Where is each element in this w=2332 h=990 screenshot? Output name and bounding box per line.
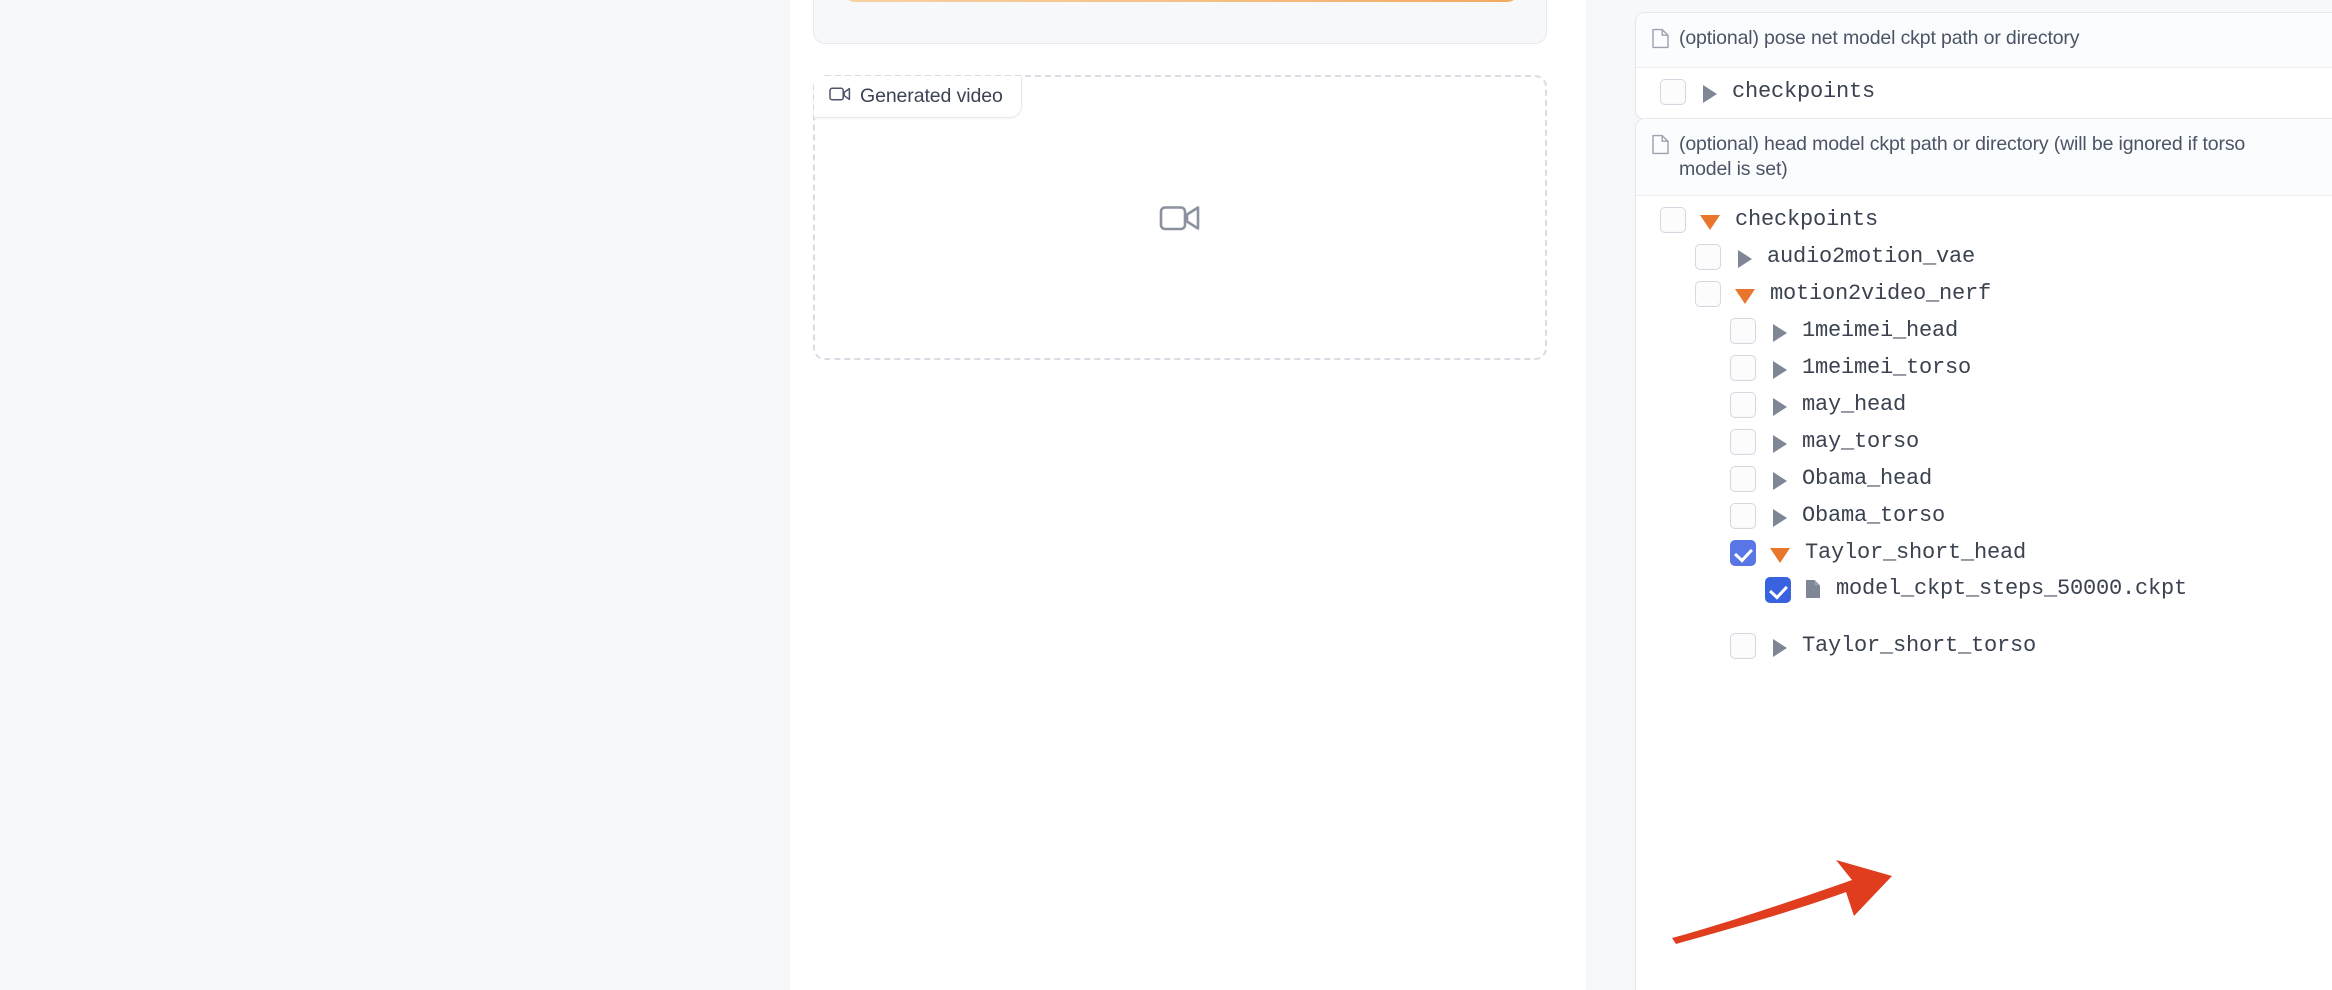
chevron-right-icon[interactable]: [1773, 360, 1787, 379]
video-camera-placeholder-icon: [815, 77, 1545, 358]
node-checkbox[interactable]: [1730, 354, 1756, 381]
node-checkbox[interactable]: [1660, 206, 1686, 233]
node-checkbox[interactable]: [1660, 79, 1686, 105]
pose-net-tree: checkpoints: [1636, 68, 2332, 119]
node-checkbox-checked[interactable]: [1765, 576, 1791, 603]
head-model-tree: checkpoints audio2motion_vae motion2vide…: [1636, 196, 2332, 673]
chevron-down-icon[interactable]: [1735, 288, 1755, 304]
pose-net-panel: (optional) pose net model ckpt path or d…: [1635, 12, 2332, 120]
node-checkbox[interactable]: [1730, 317, 1756, 344]
node-checkbox[interactable]: [1730, 632, 1756, 659]
chevron-right-icon[interactable]: [1703, 85, 1717, 103]
tree-row[interactable]: Obama_torso: [1636, 498, 2332, 535]
chevron-right-icon[interactable]: [1773, 508, 1787, 527]
file-icon: [1652, 28, 1669, 54]
node-checkbox[interactable]: [1730, 391, 1756, 418]
chevron-down-icon[interactable]: [1770, 547, 1790, 563]
generated-video-dropzone[interactable]: Generated video: [813, 75, 1547, 360]
node-checkbox[interactable]: [1695, 280, 1721, 307]
node-checkbox[interactable]: [1730, 428, 1756, 455]
node-label: Obama_head: [1802, 465, 1933, 491]
node-checkbox[interactable]: [1730, 502, 1756, 529]
tree-row[interactable]: may_torso: [1636, 424, 2332, 461]
tree-row[interactable]: motion2video_nerf: [1636, 276, 2332, 313]
head-model-panel-header: (optional) head model ckpt path or direc…: [1636, 119, 2332, 196]
node-label: checkpoints: [1732, 79, 1876, 104]
chevron-right-icon[interactable]: [1738, 249, 1752, 268]
pose-net-panel-header-text: (optional) pose net model ckpt path or d…: [1679, 27, 2080, 49]
node-label: Obama_torso: [1802, 502, 1946, 528]
node-label: audio2motion_vae: [1767, 243, 1976, 269]
tree-row[interactable]: checkpoints: [1636, 202, 2332, 239]
node-label: Taylor_short_torso: [1802, 632, 2037, 658]
node-checkbox-checked[interactable]: [1730, 539, 1756, 566]
left-background-pane: [0, 0, 790, 990]
tree-row-file-selected[interactable]: model_ckpt_steps_50000.ckpt: [1636, 572, 2332, 628]
orange-gradient-button[interactable]: [843, 0, 1519, 2]
pose-net-panel-header: (optional) pose net model ckpt path or d…: [1636, 13, 2332, 68]
node-label: 1meimei_head: [1802, 317, 1959, 343]
center-pane: Generated video: [790, 0, 1586, 990]
chevron-right-icon[interactable]: [1773, 434, 1787, 453]
node-checkbox[interactable]: [1730, 465, 1756, 492]
head-model-panel-header-text: (optional) head model ckpt path or direc…: [1679, 133, 2246, 180]
chevron-right-icon[interactable]: [1773, 323, 1787, 342]
chevron-right-icon[interactable]: [1773, 471, 1787, 490]
tree-row[interactable]: 1meimei_head: [1636, 313, 2332, 350]
node-label: checkpoints: [1735, 206, 1879, 232]
node-checkbox[interactable]: [1695, 243, 1721, 270]
tree-row[interactable]: may_head: [1636, 387, 2332, 424]
node-label: may_head: [1802, 391, 1907, 417]
tree-row[interactable]: Taylor_short_torso: [1636, 628, 2332, 665]
tree-row-selected[interactable]: Taylor_short_head: [1636, 535, 2332, 572]
head-model-panel: (optional) head model ckpt path or direc…: [1635, 118, 2332, 990]
node-label: Taylor_short_head: [1805, 539, 2027, 565]
tree-row[interactable]: 1meimei_torso: [1636, 350, 2332, 387]
right-pane: (optional) pose net model ckpt path or d…: [1586, 0, 2332, 990]
tree-row[interactable]: checkpoints: [1636, 74, 2332, 111]
chevron-down-icon[interactable]: [1700, 214, 1720, 230]
node-label: motion2video_nerf: [1770, 280, 1992, 306]
orange-action-card: [813, 0, 1547, 44]
node-label: model_ckpt_steps_50000.ckpt: [1836, 575, 2188, 601]
file-icon: [1805, 579, 1821, 604]
chevron-right-icon[interactable]: [1773, 638, 1787, 657]
tree-row[interactable]: audio2motion_vae: [1636, 239, 2332, 276]
node-label: 1meimei_torso: [1802, 354, 1972, 380]
tree-row[interactable]: Obama_head: [1636, 461, 2332, 498]
file-icon: [1652, 134, 1669, 160]
chevron-right-icon[interactable]: [1773, 397, 1787, 416]
node-label: may_torso: [1802, 428, 1920, 454]
app-root: Generated video (optional) pose net mode…: [0, 0, 2332, 990]
